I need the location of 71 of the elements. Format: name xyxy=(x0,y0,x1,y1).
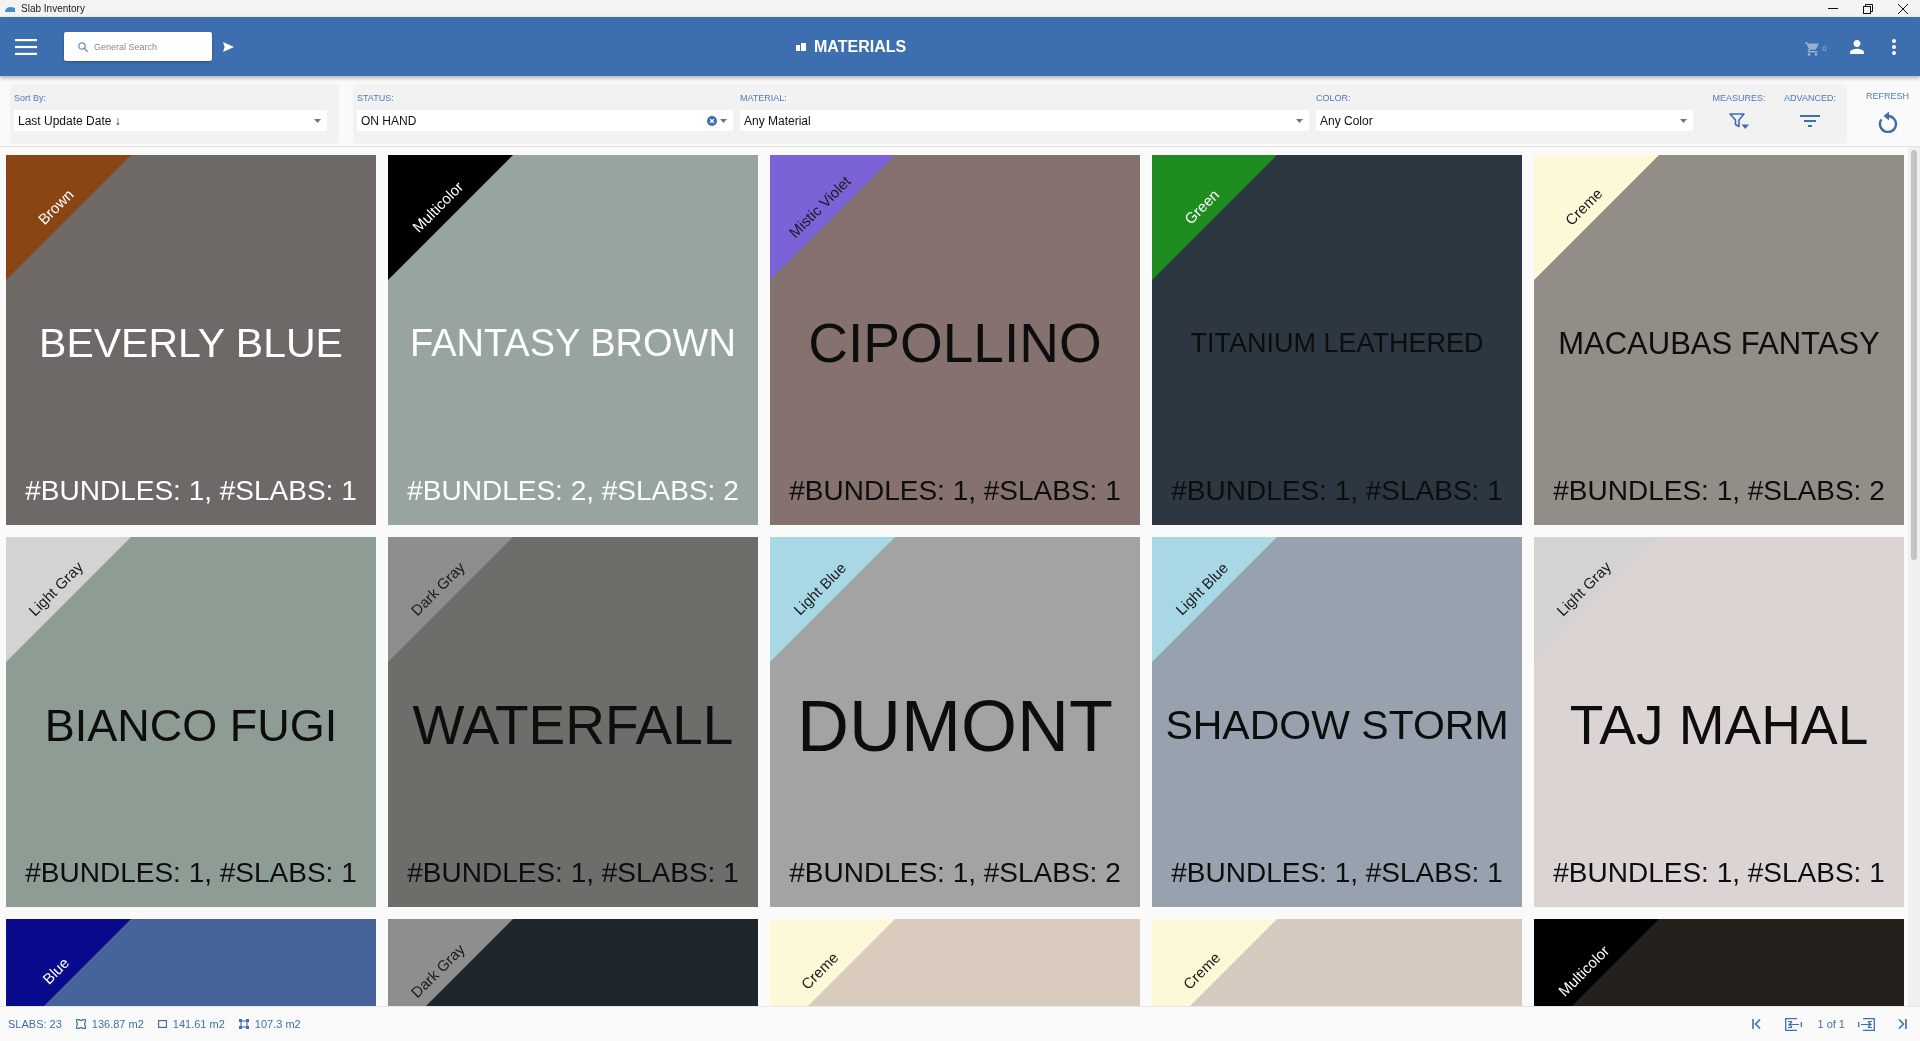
close-icon xyxy=(1897,3,1908,14)
cart-icon xyxy=(1805,41,1821,56)
caret-icon xyxy=(314,118,321,123)
slab-counts: #BUNDLES: 1, #SLABS: 1 xyxy=(25,475,357,507)
window-title: Slab Inventory xyxy=(21,2,85,15)
material-name: FANTASY BROWN xyxy=(410,321,736,366)
material-name: CIPOLLINO xyxy=(808,312,1102,376)
square-icon xyxy=(157,1020,167,1028)
color-dropdown[interactable]: Any Color xyxy=(1316,110,1693,131)
area-value: 107.3 m2 xyxy=(254,1018,301,1030)
page-indicator: 1 of 1 xyxy=(1817,1018,1845,1030)
material-dropdown[interactable]: Any Material xyxy=(740,110,1309,131)
filter-label: MATERIAL: xyxy=(740,92,788,104)
cornered-square-icon xyxy=(238,1019,249,1029)
color-tag-label: Blue xyxy=(39,954,73,988)
slab-counts: #BUNDLES: 1, #SLABS: 1 xyxy=(25,857,357,889)
refresh-button[interactable] xyxy=(1876,110,1899,134)
status-dropdown[interactable]: ON HAND xyxy=(357,110,733,131)
filter-lines-icon xyxy=(1800,115,1820,127)
material-name: DUMONT xyxy=(797,684,1113,768)
material-name: TAJ MAHAL xyxy=(1569,694,1869,758)
material-name: BIANCO FUGI xyxy=(44,699,338,752)
search-field[interactable]: General Search xyxy=(64,32,212,61)
funnel-icon xyxy=(1729,113,1749,129)
list-arrow-right-icon xyxy=(1858,1017,1875,1031)
filter-label: STATUS: xyxy=(357,92,395,104)
clear-icon[interactable] xyxy=(707,115,717,126)
caret-icon xyxy=(1680,118,1687,123)
slab-counts: #BUNDLES: 1, #SLABS: 1 xyxy=(789,475,1121,507)
search-icon xyxy=(78,42,88,52)
first-page-icon xyxy=(1752,1019,1762,1029)
slab-counts: #BUNDLES: 1, #SLABS: 1 xyxy=(407,857,739,889)
slab-counts: #BUNDLES: 2, #SLABS: 2 xyxy=(407,475,739,507)
previous-page-button[interactable] xyxy=(1785,1017,1803,1031)
caret-icon xyxy=(1296,118,1303,123)
material-name: BEVERLY BLUE xyxy=(39,320,343,368)
app-icon xyxy=(5,5,15,12)
restore-icon xyxy=(1862,3,1873,14)
last-page-icon xyxy=(1898,1019,1907,1029)
area-value: 141.61 m2 xyxy=(172,1018,225,1030)
caret-icon xyxy=(720,118,727,123)
filter-label: COLOR: xyxy=(1316,92,1352,104)
menu-icon xyxy=(15,38,37,55)
refresh-label: REFRESH xyxy=(1866,90,1909,102)
scrollbar-thumb[interactable] xyxy=(1911,150,1917,560)
next-page-button[interactable] xyxy=(1858,1017,1875,1031)
refresh-icon xyxy=(1877,111,1898,133)
sort-dropdown[interactable]: Last Update Date ↓ xyxy=(14,110,327,131)
minimize-icon xyxy=(1827,8,1838,9)
first-page-button[interactable] xyxy=(1752,1019,1762,1029)
filter-label: MEASURES: xyxy=(1712,92,1766,104)
filter-label: ADVANCED: xyxy=(1784,92,1836,104)
slab-counts: #BUNDLES: 1, #SLABS: 1 xyxy=(1171,857,1503,889)
material-name: SHADOW STORM xyxy=(1165,702,1509,750)
page-title: MATERIALS xyxy=(814,37,907,56)
slab-total: SLABS: 23 xyxy=(8,1018,62,1030)
material-name: MACAUBAS FANTASY xyxy=(1558,325,1880,362)
user-icon xyxy=(1850,39,1864,54)
material-name: WATERFALL xyxy=(412,694,734,758)
send-icon xyxy=(222,41,234,52)
slab-counts: #BUNDLES: 1, #SLABS: 1 xyxy=(1553,857,1885,889)
slab-counts: #BUNDLES: 1, #SLABS: 2 xyxy=(1553,475,1885,507)
slab-counts: #BUNDLES: 1, #SLABS: 2 xyxy=(789,857,1121,889)
filter-label: Sort By: xyxy=(14,92,47,104)
last-page-button[interactable] xyxy=(1898,1019,1907,1029)
material-card[interactable]: Blue xyxy=(6,919,376,1006)
more-icon xyxy=(1892,38,1896,55)
area-value: 136.87 m2 xyxy=(91,1018,144,1030)
list-arrow-left-icon xyxy=(1785,1017,1803,1031)
blocks-icon xyxy=(796,42,806,51)
measures-button[interactable] xyxy=(1727,110,1751,132)
